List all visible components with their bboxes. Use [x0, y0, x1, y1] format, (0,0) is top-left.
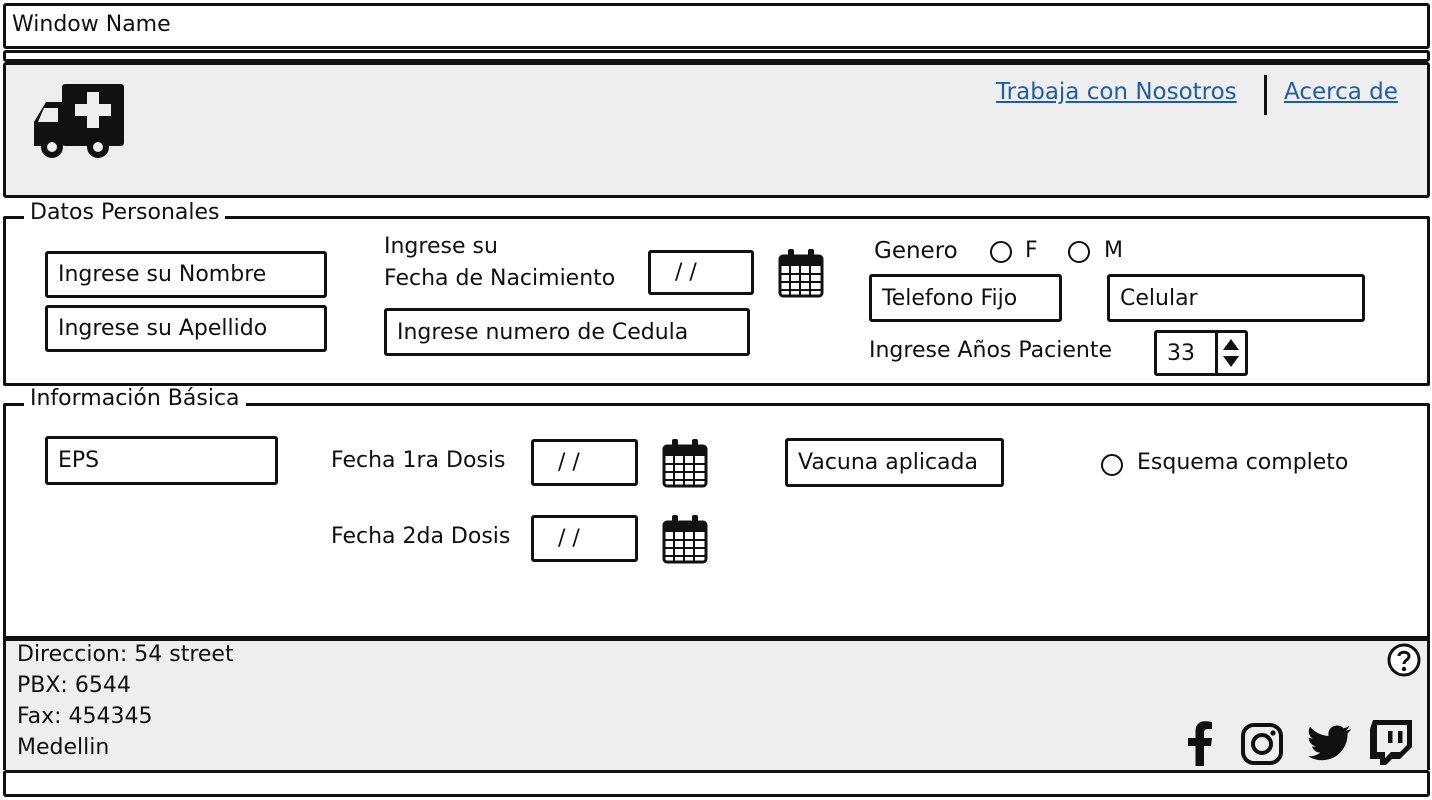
- work-with-us-link[interactable]: Trabaja con Nosotros: [996, 79, 1237, 105]
- name-input[interactable]: Ingrese su Nombre: [45, 251, 327, 298]
- birthdate-label-line2: Fecha de Nacimiento: [384, 266, 616, 291]
- about-link[interactable]: Acerca de: [1284, 79, 1398, 105]
- facebook-icon[interactable]: [1184, 720, 1216, 766]
- dose2-label: Fecha 2da Dosis: [331, 524, 511, 549]
- footer-pbx: PBX: 6544: [17, 673, 131, 698]
- dose2-date-input[interactable]: / /: [531, 515, 638, 562]
- birthdate-input[interactable]: / /: [648, 250, 754, 295]
- footer-fax: Fax: 454345: [17, 704, 153, 729]
- instagram-icon[interactable]: [1240, 722, 1284, 766]
- footer-address: Direccion: 54 street: [17, 642, 234, 667]
- personal-data-legend: Datos Personales: [24, 200, 226, 225]
- gender-m-radio[interactable]: [1068, 241, 1090, 263]
- twitch-icon[interactable]: [1368, 718, 1414, 766]
- window-title-bar: [3, 3, 1430, 49]
- help-icon[interactable]: [1387, 643, 1421, 677]
- menu-bar: [3, 50, 1430, 62]
- age-label: Ingrese Años Paciente: [869, 338, 1112, 363]
- gender-label: Genero: [874, 238, 958, 264]
- calendar-icon[interactable]: [778, 248, 824, 298]
- eps-input[interactable]: EPS: [45, 436, 278, 485]
- age-value: 33: [1167, 340, 1195, 366]
- window-title: Window Name: [12, 12, 171, 37]
- dose1-label: Fecha 1ra Dosis: [331, 448, 506, 473]
- link-separator: [1264, 75, 1267, 115]
- dose1-calendar-icon[interactable]: [662, 438, 708, 488]
- phone-input[interactable]: Telefono Fijo: [869, 274, 1062, 322]
- dose2-calendar-icon[interactable]: [662, 514, 708, 564]
- age-stepper-arrows[interactable]: [1215, 333, 1245, 373]
- gender-f-label: F: [1025, 238, 1038, 263]
- basic-info-legend: Información Básica: [24, 386, 246, 411]
- twitter-icon[interactable]: [1306, 724, 1352, 762]
- mobile-input[interactable]: Celular: [1107, 274, 1365, 322]
- dose1-date-input[interactable]: / /: [531, 439, 638, 486]
- cedula-input[interactable]: Ingrese numero de Cedula: [384, 308, 750, 356]
- complete-scheme-radio[interactable]: [1101, 454, 1123, 476]
- birthdate-label-line1: Ingrese su: [384, 234, 498, 259]
- footer-city: Medellin: [17, 735, 110, 760]
- vaccine-input[interactable]: Vacuna aplicada: [785, 438, 1004, 487]
- status-bar: [3, 770, 1430, 797]
- lastname-input[interactable]: Ingrese su Apellido: [45, 305, 327, 352]
- ambulance-icon: [32, 84, 128, 162]
- complete-scheme-label: Esquema completo: [1137, 450, 1349, 475]
- gender-m-label: M: [1104, 238, 1123, 263]
- gender-f-radio[interactable]: [990, 241, 1012, 263]
